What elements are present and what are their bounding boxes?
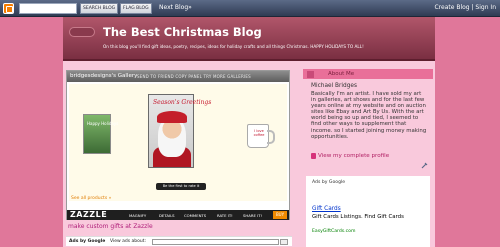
flag-blog-button[interactable]: FLAG BLOG (120, 3, 152, 14)
create-signin-links[interactable]: Create Blog | Sign In (434, 4, 496, 11)
main-column: bridgesdesigns's Gallery SEND TO FRIEND … (66, 68, 292, 246)
search-blog-button[interactable]: SEARCH BLOG (80, 3, 119, 14)
blogger-navbar: SEARCH BLOG FLAG BLOG Next Blog» Create … (0, 0, 500, 17)
details-button[interactable]: DETAILS (159, 213, 175, 218)
view-complete-profile-link[interactable]: View my complete profile (318, 153, 389, 159)
gallery-header-links[interactable]: SEND TO FRIEND COPY PANEL TRY MORE GALLE… (137, 74, 251, 79)
about-me-heading: About Me (328, 71, 355, 77)
ads-by-google-label[interactable]: Ads by Google (69, 239, 105, 244)
profile-description: Basically I'm an artist. I have sold my … (311, 91, 427, 140)
zazzle-gallery-widget: bridgesdesigns's Gallery SEND TO FRIEND … (66, 70, 290, 220)
ads-go-button[interactable] (280, 238, 288, 245)
santa-hat-graphic (157, 111, 187, 123)
mug-caption: I love coffee (253, 129, 265, 137)
gallery-body: Happy Holidays Season's Greetings I love… (69, 84, 287, 201)
about-me-icon (307, 70, 314, 78)
comments-button[interactable]: COMMENTS (184, 213, 206, 218)
gallery-header: bridgesdesigns's Gallery SEND TO FRIEND … (67, 71, 289, 82)
zazzle-toolbar: ZAZZLE MAGNIFY DETAILS COMMENTS RATE IT!… (67, 210, 289, 220)
gift-cards-ad-url[interactable]: EasyGiftCards.com (312, 229, 355, 234)
profile-icon (311, 153, 316, 159)
next-blog-link[interactable]: Next Blog» (159, 4, 192, 11)
navbar-search-input[interactable] (19, 3, 77, 14)
gift-cards-ad-title[interactable]: Gift Cards (312, 206, 341, 212)
ads-topic-input[interactable] (152, 238, 279, 245)
ads-search-bar: Ads by Google View ads about: (66, 236, 292, 246)
zazzle-logo[interactable]: ZAZZLE (70, 210, 107, 219)
coffee-mug-product[interactable]: I love coffee (247, 124, 275, 148)
wrench-icon[interactable] (421, 162, 428, 169)
magnify-button[interactable]: MAGNIFY (129, 213, 146, 218)
make-custom-gifts-link[interactable]: make custom gifts at Zazzle (68, 223, 153, 230)
big-card-caption: Season's Greetings (153, 99, 212, 106)
see-all-products-link[interactable]: See all products » (71, 196, 111, 201)
header-decoration (69, 27, 95, 37)
blog-header: The Best Christmas Blog On this blog you… (63, 17, 435, 61)
about-me-header: About Me (303, 69, 433, 79)
buy-button[interactable]: BUY (273, 211, 287, 219)
profile-name[interactable]: Michael Bridges (311, 83, 357, 89)
small-card-caption: Happy Holidays (87, 121, 119, 126)
sidebar-ads-label[interactable]: Ads by Google (312, 180, 345, 185)
gift-cards-ad-text: Gift Cards Listings. Find Gift Cards (312, 214, 404, 220)
holiday-card-thumbnail[interactable]: Happy Holidays (83, 114, 118, 154)
rate-it-button[interactable]: Be the first to rate it (156, 183, 206, 190)
blogger-logo-icon[interactable] (3, 3, 14, 14)
view-ads-about-label: View ads about: (110, 238, 146, 244)
santa-face-graphic (158, 117, 186, 157)
sidebar-ads-box: Ads by Google Gift Cards Gift Cards List… (306, 176, 430, 247)
rate-it-toolbar-button[interactable]: RATE IT! (217, 213, 233, 218)
blog-description: On this blog you'll find gift ideas, poe… (103, 44, 364, 49)
santa-card-product[interactable]: Season's Greetings (148, 94, 211, 168)
share-it-button[interactable]: SHARE IT! (243, 213, 262, 218)
blog-title[interactable]: The Best Christmas Blog (103, 25, 262, 39)
gallery-title[interactable]: bridgesdesigns's Gallery (70, 73, 137, 79)
